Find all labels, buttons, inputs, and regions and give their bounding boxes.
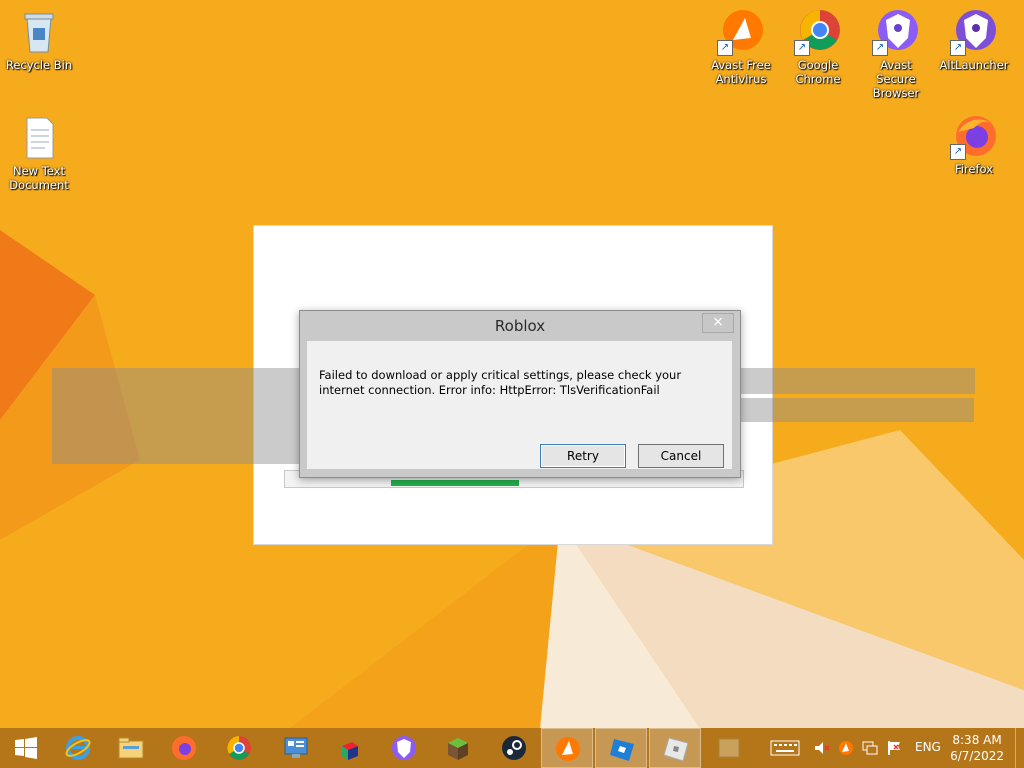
taskbar-firefox[interactable] [158, 728, 210, 768]
taskbar-roblox-studio[interactable] [595, 728, 647, 768]
clock-time: 8:38 AM [952, 733, 1002, 747]
windows-start-icon [15, 737, 37, 759]
firefox-shortcut[interactable]: ↗ Firefox [938, 112, 1010, 176]
shortcut-arrow-icon: ↗ [717, 40, 733, 56]
roblox-studio-icon [610, 739, 634, 761]
window-icon [718, 738, 740, 758]
taskbar-roblox[interactable] [649, 728, 701, 768]
clock-date: 6/7/2022 [950, 749, 1004, 763]
firefox-icon: ↗ [950, 112, 998, 160]
network-icon[interactable] [862, 740, 878, 756]
avast-icon: ↗ [717, 8, 765, 56]
dialog-body: Failed to download or apply critical set… [307, 341, 732, 469]
taskbar-control-panel[interactable] [270, 728, 322, 768]
avast-secure-browser-icon: ↗ [872, 8, 920, 56]
taskbar-minecraft[interactable] [432, 728, 484, 768]
taskbar-file-explorer[interactable] [105, 728, 157, 768]
error-message: Failed to download or apply critical set… [319, 368, 682, 397]
dialog-title: Roblox [494, 317, 546, 335]
steam-icon [502, 736, 526, 760]
recycle-bin-icon [15, 8, 63, 56]
shortcut-arrow-icon: ↗ [872, 40, 888, 56]
taskbar-window[interactable] [703, 728, 755, 768]
clock[interactable]: 8:38 AM 6/7/2022 [950, 732, 1004, 764]
app-launcher-icon [342, 742, 358, 760]
cancel-button[interactable]: Cancel [638, 444, 724, 468]
taskbar: ENG 8:38 AM 6/7/2022 [0, 728, 1024, 768]
file-explorer-icon [118, 737, 144, 759]
input-language[interactable]: ENG [915, 740, 941, 754]
volume-muted-icon[interactable] [814, 740, 830, 756]
shortcut-arrow-icon: ↗ [950, 40, 966, 56]
taskbar-app-launcher[interactable] [324, 728, 376, 768]
taskbar-chrome[interactable] [213, 728, 265, 768]
new-text-document-shortcut[interactable]: New Text Document [3, 114, 75, 192]
google-chrome-shortcut[interactable]: ↗ Google Chrome [782, 8, 854, 86]
system-tray [768, 728, 918, 768]
dialog-footer: Retry Cancel [307, 423, 732, 469]
close-button[interactable]: × [702, 313, 734, 333]
avast-free-antivirus-shortcut[interactable]: ↗ Avast Free Antivirus [705, 8, 777, 86]
action-center-flag-icon[interactable] [886, 740, 902, 756]
retry-button[interactable]: Retry [540, 444, 626, 468]
chrome-icon [227, 736, 251, 760]
start-button[interactable] [0, 728, 52, 768]
shortcut-arrow-icon: ↗ [950, 144, 966, 160]
overlay-streak [738, 398, 974, 422]
chrome-icon: ↗ [794, 8, 842, 56]
avast-tray-icon[interactable] [838, 740, 854, 756]
taskbar-avast[interactable] [541, 728, 593, 768]
taskbar-internet-explorer[interactable] [52, 728, 104, 768]
roblox-icon [663, 737, 689, 762]
show-desktop-button[interactable] [1015, 728, 1024, 768]
overlay-streak [52, 394, 302, 464]
control-panel-icon [284, 737, 308, 758]
minecraft-icon [448, 738, 468, 760]
roblox-error-dialog: Roblox × Failed to download or apply cri… [299, 310, 741, 478]
shortcut-arrow-icon: ↗ [794, 40, 810, 56]
recycle-bin-shortcut[interactable]: Recycle Bin [3, 8, 75, 72]
avast-secure-browser-shortcut[interactable]: ↗ Avast Secure Browser [860, 8, 932, 100]
text-document-icon [15, 114, 63, 162]
avast-icon [556, 737, 580, 761]
taskbar-avast-secure-browser[interactable] [378, 728, 430, 768]
touch-keyboard-icon[interactable] [770, 740, 800, 756]
avast-secure-browser-icon [392, 736, 416, 760]
taskbar-steam[interactable] [488, 728, 540, 768]
altlauncher-shortcut[interactable]: ↗ AltLauncher [938, 8, 1010, 72]
download-progress-fill [391, 480, 519, 486]
altlauncher-icon: ↗ [950, 8, 998, 56]
firefox-icon [172, 736, 196, 760]
internet-explorer-icon [65, 736, 91, 760]
